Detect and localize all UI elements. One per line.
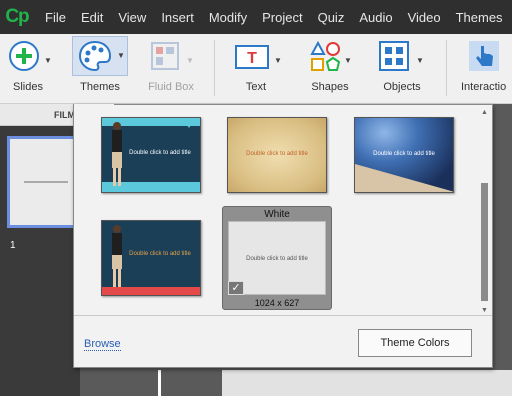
menu-project[interactable]: Project [262, 10, 302, 25]
menu-view[interactable]: View [118, 10, 146, 25]
fluid-box-label: Fluid Box [148, 81, 194, 93]
scroll-up-icon[interactable]: ▲ [480, 109, 489, 117]
scroll-down-icon[interactable]: ▼ [480, 307, 489, 315]
objects-icon [379, 41, 409, 71]
theme-name: White [264, 209, 290, 220]
theme-thumbnail[interactable]: Double click to add title [101, 220, 201, 296]
menu-edit[interactable]: Edit [81, 10, 103, 25]
toolbar-divider [446, 40, 447, 96]
slide-thumbnail[interactable] [7, 136, 77, 228]
slides-button[interactable]: ▼ Slides [4, 34, 52, 104]
interactions-button[interactable]: Interactio [456, 34, 512, 104]
text-button[interactable]: T ▼ Text [226, 34, 286, 104]
person-icon [112, 225, 122, 287]
themes-label: Themes [80, 81, 120, 93]
theme-title: Double click to add title [373, 151, 435, 157]
chevron-down-icon: ▼ [416, 56, 424, 65]
menu-quiz[interactable]: Quiz [318, 10, 345, 25]
stage-area [222, 370, 512, 396]
svg-text:T: T [247, 50, 257, 67]
checkmark-icon: ✓ [228, 281, 244, 295]
theme-title: Double click to add title [246, 151, 308, 157]
theme-title: Double click to add title [129, 150, 191, 156]
menu-bar: Cp File Edit View Insert Modify Project … [0, 0, 512, 34]
theme-size: 1024 x 627 [254, 298, 300, 308]
theme-colors-button[interactable]: Theme Colors [358, 329, 472, 357]
theme-title: Double click to add title [246, 256, 308, 262]
add-slide-icon [9, 41, 39, 71]
theme-title: Double click to add title [129, 251, 191, 257]
menu-insert[interactable]: Insert [161, 10, 194, 25]
theme-thumbnail[interactable]: Double click to add title [354, 117, 454, 193]
interactions-label: Interactio [461, 81, 507, 93]
menu-audio[interactable]: Audio [359, 10, 392, 25]
objects-label: Objects [383, 81, 421, 93]
chevron-down-icon: ▼ [186, 56, 194, 65]
theme-thumbnail[interactable]: Double click to add title [101, 117, 201, 193]
chevron-down-icon: ▼ [274, 56, 282, 65]
theme-wedge [355, 164, 453, 192]
themes-panel: Double click to add title Double click t… [73, 104, 493, 368]
panel-notch [74, 104, 114, 106]
hand-pointer-icon [469, 41, 499, 71]
fluid-box-icon [151, 42, 179, 70]
shapes-button[interactable]: ▼ Shapes [300, 34, 360, 104]
panel-footer: Browse Theme Colors [74, 315, 492, 367]
chevron-down-icon: ▼ [344, 56, 352, 65]
text-label: Text [245, 81, 267, 93]
browse-link[interactable]: Browse [84, 338, 121, 351]
menu-modify[interactable]: Modify [209, 10, 247, 25]
slide-thumbnail-title [24, 181, 68, 183]
text-caption-icon: T [235, 45, 269, 69]
theme-thumbnail[interactable]: Double click to add title [227, 117, 327, 193]
shapes-icon [310, 40, 341, 71]
palette-icon [78, 40, 112, 72]
menu-file[interactable]: File [45, 10, 66, 25]
objects-button[interactable]: ▼ Objects [372, 34, 432, 104]
chevron-down-icon: ▼ [117, 51, 125, 60]
fluid-box-button[interactable]: ▼ Fluid Box [140, 34, 202, 104]
theme-thumbnail-selected[interactable]: White Double click to add title ✓ 1024 x… [222, 206, 332, 310]
app-logo: Cp [5, 6, 29, 27]
toolbar: ▼ Slides ▼ Themes ▼ Fluid Box T ▼ Text ▼… [0, 34, 512, 104]
theme-corner-shape [182, 118, 196, 128]
scrollbar-thumb[interactable] [481, 183, 488, 301]
filmstrip-header: FILM [0, 104, 80, 126]
slide-number: 1 [10, 240, 16, 251]
timeline-marker [158, 370, 161, 396]
vertical-scrollbar[interactable]: ▲ ▼ [480, 109, 489, 315]
filmstrip: 1 [0, 126, 80, 396]
shapes-label: Shapes [311, 81, 349, 93]
toolbar-divider [214, 40, 215, 96]
menu-video[interactable]: Video [408, 10, 441, 25]
slides-label: Slides [13, 81, 43, 93]
menu-themes[interactable]: Themes [456, 10, 503, 25]
chevron-down-icon: ▼ [44, 56, 52, 65]
themes-button[interactable]: ▼ [72, 36, 128, 76]
